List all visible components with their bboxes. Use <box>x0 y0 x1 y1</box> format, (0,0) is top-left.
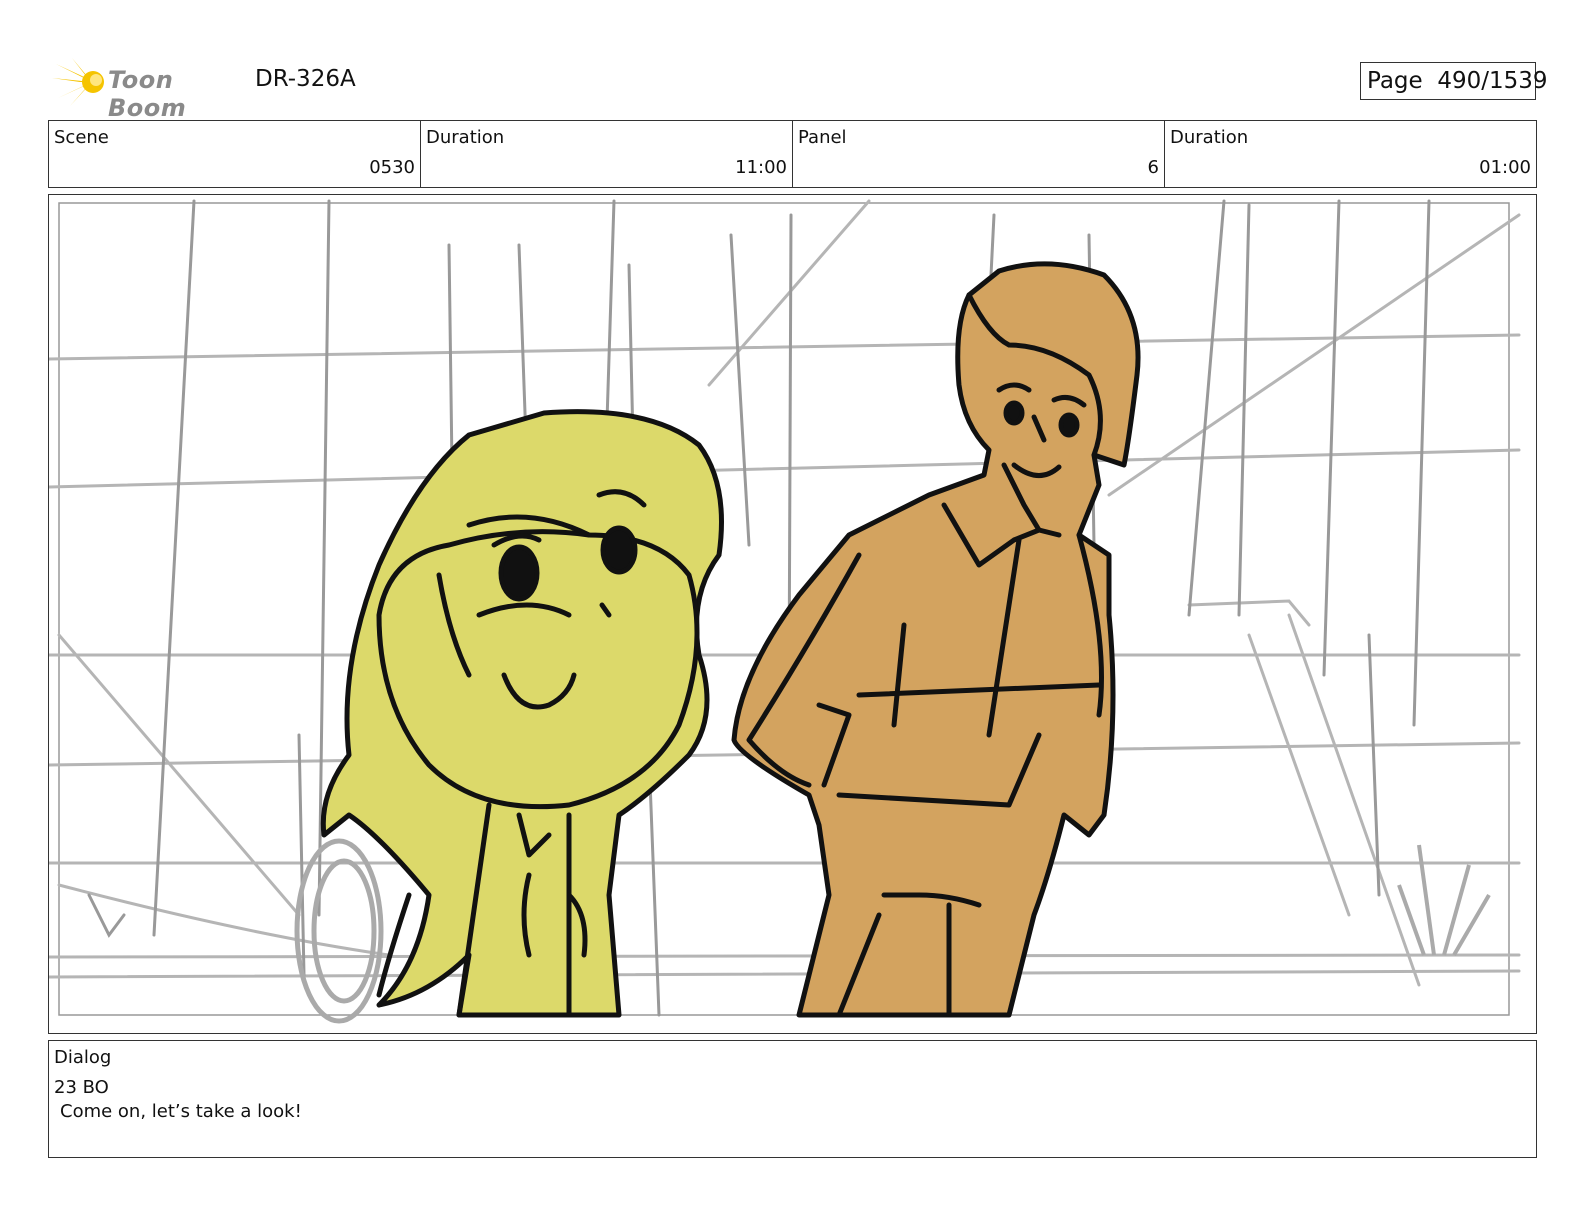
page-label: Page <box>1367 68 1423 94</box>
scene-value: 0530 <box>369 157 415 178</box>
scene-duration-label: Duration <box>426 127 505 148</box>
starburst-icon <box>52 58 104 106</box>
dialog-box: Dialog 23 BO Come on, let’s take a look! <box>48 1040 1537 1158</box>
dialog-label: Dialog <box>54 1047 112 1068</box>
storyboard-panel <box>48 194 1537 1034</box>
page-header: Toon Boom DR-326A Page 490/1539 <box>48 52 1548 122</box>
scene-label: Scene <box>54 127 109 148</box>
document-id: DR-326A <box>255 66 356 92</box>
panel-label: Panel <box>798 127 847 148</box>
man-character <box>731 261 1141 1018</box>
panel-drawing <box>49 199 1521 1024</box>
panel-duration-label: Duration <box>1170 127 1249 148</box>
panel-duration-cell: Duration 01:00 <box>1165 121 1536 187</box>
panel-cell: Panel 6 <box>793 121 1165 187</box>
scene-duration-cell: Duration 11:00 <box>421 121 793 187</box>
page-number: 490/1539 <box>1437 68 1548 94</box>
scene-duration-value: 11:00 <box>735 157 787 178</box>
logo-text: Toon Boom <box>108 66 187 122</box>
wagon-wheel-sketch <box>294 838 384 1024</box>
dialog-line: Come on, let’s take a look! <box>60 1101 302 1122</box>
page-indicator: Page 490/1539 <box>1360 62 1548 100</box>
scene-cell: Scene 0530 <box>49 121 421 187</box>
background-sketch <box>49 199 1521 987</box>
panel-duration-value: 01:00 <box>1479 157 1531 178</box>
toon-boom-logo: Toon Boom <box>52 56 244 122</box>
dialog-speaker: 23 BO <box>54 1077 109 1098</box>
tree-trunks <box>87 199 1431 1017</box>
panel-value: 6 <box>1147 157 1159 178</box>
scene-info-bar: Scene 0530 Duration 11:00 Panel 6 Durati… <box>48 120 1537 188</box>
